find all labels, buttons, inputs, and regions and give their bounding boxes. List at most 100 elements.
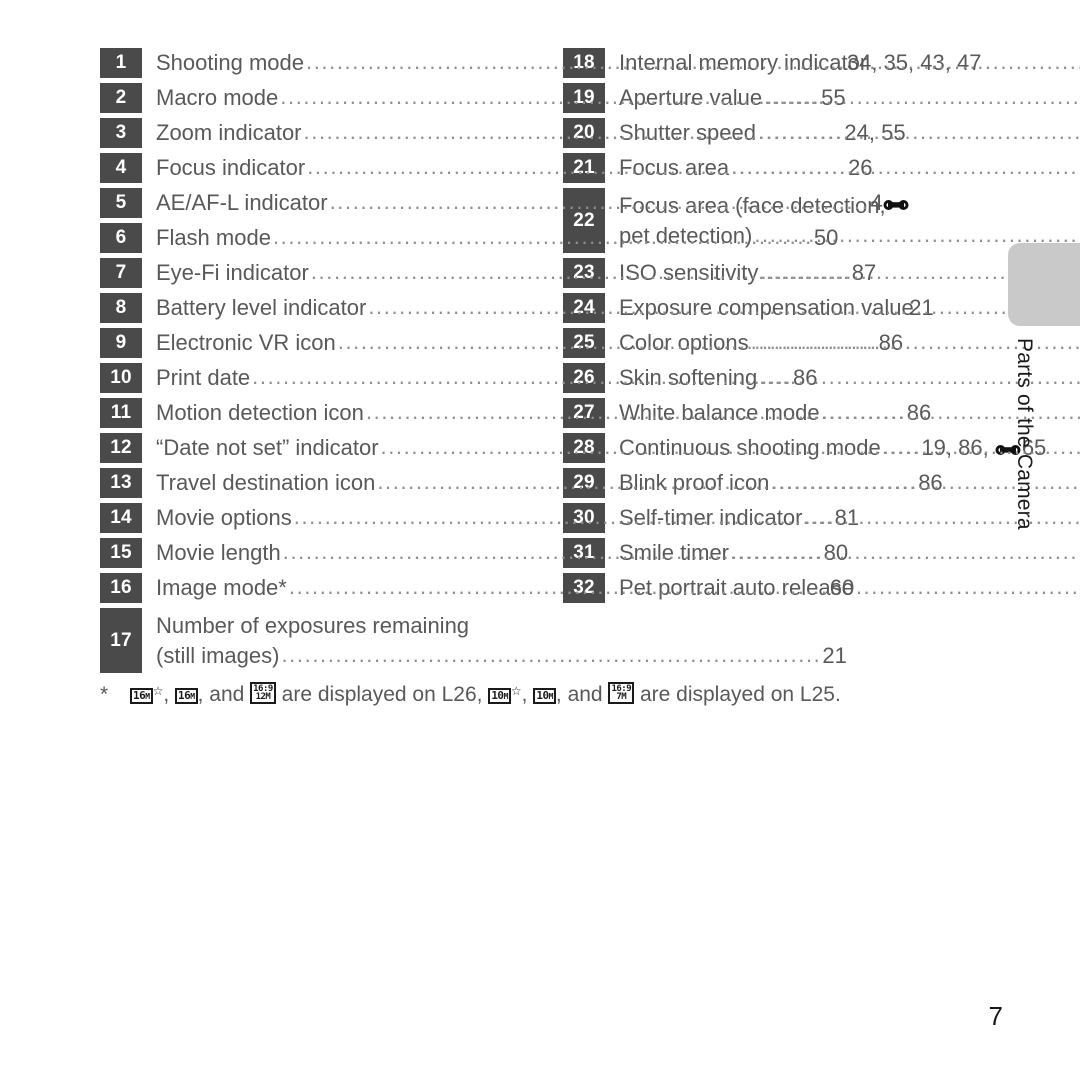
index-number-badge: 16 bbox=[100, 573, 142, 603]
dot-leader: ........................................… bbox=[882, 434, 1080, 459]
index-row: 10 Print date............................… bbox=[100, 363, 818, 393]
footnote-seg3: are displayed on L26, bbox=[275, 683, 489, 706]
index-row: 8 Battery level indicator................… bbox=[100, 293, 934, 323]
index-row: 3 Zoom indicator.........................… bbox=[100, 118, 906, 148]
image-mode-16-9-7m-icon: 16:9 7M bbox=[608, 682, 635, 704]
index-number-badge: 1 bbox=[100, 48, 142, 78]
dot-leader: ........................................… bbox=[757, 119, 1080, 144]
index-number-badge: 2 bbox=[100, 83, 142, 113]
index-entry-label: Movie length bbox=[156, 540, 281, 565]
dot-leader: ........................................… bbox=[869, 49, 1080, 74]
index-entry-label: Number of exposures remaining bbox=[156, 612, 470, 638]
footnote-marker: * bbox=[100, 683, 109, 706]
index-number-badge: 3 bbox=[100, 118, 142, 148]
image-mode-10m-icon: 10M bbox=[533, 688, 556, 704]
index-entry-line: Movie options...........................… bbox=[156, 503, 859, 533]
index-entry-label: Image mode* bbox=[156, 575, 287, 600]
index-row: 5 AE/AF-L indicator......................… bbox=[100, 188, 909, 218]
index-entry-line: Image mode*.............................… bbox=[156, 573, 854, 603]
index-entry-line: Macro mode..............................… bbox=[156, 83, 846, 113]
index-number-badge: 10 bbox=[100, 363, 142, 393]
index-entry-label: Movie options bbox=[156, 505, 292, 530]
side-tab-box bbox=[1008, 243, 1080, 326]
dot-leader: ........................................… bbox=[280, 84, 821, 109]
index-entry: Movie options...........................… bbox=[142, 503, 859, 533]
index-entry: AE/AF-L indicator.......................… bbox=[142, 188, 910, 218]
index-number-badge: 12 bbox=[100, 433, 142, 463]
index-entry-line: Flash mode..............................… bbox=[156, 223, 838, 253]
image-mode-16-9-12m-icon: 16:9 12M bbox=[250, 682, 276, 704]
index-entry-line: Motion detection icon...................… bbox=[156, 398, 931, 428]
index-row: 9 Electronic VR icon.....................… bbox=[100, 328, 903, 358]
index-entry-label: Travel destination icon bbox=[156, 470, 376, 495]
index-entry-label: Zoom indicator bbox=[156, 120, 302, 145]
index-entry-label: “Date not set” indicator bbox=[156, 435, 379, 460]
footnote: * 16M ☆, 16M, and 16:9 12M are displayed on… bbox=[100, 676, 980, 710]
index-entry-label: Macro mode bbox=[156, 85, 279, 110]
dot-leader: ........................................… bbox=[368, 294, 909, 319]
index-entry-label: Electronic VR icon bbox=[156, 330, 336, 355]
footnote-seg2: , and bbox=[197, 683, 251, 706]
index-row: 15 Movie length..........................… bbox=[100, 538, 848, 568]
index-row: 16 Image mode*...........................… bbox=[100, 573, 854, 603]
image-mode-16m-star-icon: 16M bbox=[130, 688, 153, 704]
index-number-badge: 13 bbox=[100, 468, 142, 498]
index-entry-label: Motion detection icon bbox=[156, 400, 364, 425]
index-row: 14 Movie options.........................… bbox=[100, 503, 859, 533]
index-entry-label: AE/AF-L indicator bbox=[156, 190, 328, 215]
footnote-seg6: are displayed on L25. bbox=[634, 683, 841, 706]
index-entry-label: Flash mode bbox=[156, 225, 271, 250]
index-entry-label: Shooting mode bbox=[156, 50, 304, 75]
index-entry-line: Battery level indicator.................… bbox=[156, 293, 934, 323]
index-entry: Macro mode..............................… bbox=[142, 83, 846, 113]
dot-leader: ........................................… bbox=[821, 399, 1080, 424]
index-entry: Battery level indicator.................… bbox=[142, 293, 934, 323]
index-row: 11 Motion detection icon.................… bbox=[100, 398, 931, 428]
index-row: 13 Travel destination icon...............… bbox=[100, 468, 943, 498]
dot-leader: ........................................… bbox=[731, 539, 1080, 564]
dot-leader: ........................................… bbox=[380, 434, 921, 459]
index-number-badge: 5 bbox=[100, 188, 142, 218]
index-number-badge: 6 bbox=[100, 223, 142, 253]
footnote-seg5: , and bbox=[555, 683, 609, 706]
index-entry-line: (still images)..........................… bbox=[156, 641, 847, 671]
footnote-seg1: , bbox=[163, 683, 176, 706]
index-number-badge: 8 bbox=[100, 293, 142, 323]
dot-leader: ........................................… bbox=[306, 49, 846, 74]
dot-leader: ........................................… bbox=[764, 84, 1080, 109]
index-entry-line: AE/AF-L indicator.......................… bbox=[156, 188, 910, 218]
dot-leader: ........................................… bbox=[804, 504, 1080, 529]
index-entry-label: Focus indicator bbox=[156, 155, 306, 180]
index-number-badge: 14 bbox=[100, 503, 142, 533]
image-mode-16m-icon: 16M bbox=[175, 688, 198, 704]
index-entry-label: Print date bbox=[156, 365, 251, 390]
page-number: 7 bbox=[988, 1001, 1003, 1031]
index-entry: Image mode*.............................… bbox=[142, 573, 854, 603]
reference-section-icon bbox=[883, 198, 909, 212]
dot-leader: ........................................… bbox=[731, 154, 1080, 179]
index-row: 17 Number of exposures remaining (still im… bbox=[100, 608, 847, 673]
index-number-badge: 7 bbox=[100, 258, 142, 288]
index-number-badge: 11 bbox=[100, 398, 142, 428]
index-entry-label: Battery level indicator bbox=[156, 295, 367, 320]
index-entry-label: (still images) bbox=[156, 642, 280, 668]
dot-leader: ........................................… bbox=[855, 574, 1080, 599]
index-column-1: 1 Shooting mode..........................… bbox=[100, 48, 1046, 678]
index-number-badge: 17 bbox=[100, 608, 142, 673]
index-entry-label: Eye-Fi indicator bbox=[156, 260, 309, 285]
index-entry: Flash mode..............................… bbox=[142, 223, 838, 253]
side-tab-label: Parts of the Camera bbox=[1013, 338, 1036, 530]
star-superscript-1-icon: ☆ bbox=[152, 684, 164, 698]
dot-leader: ........................................… bbox=[252, 364, 793, 389]
dot-leader: ........................................… bbox=[329, 189, 870, 214]
star-superscript-2-icon: ☆ bbox=[510, 684, 522, 698]
index-columns: 1 Shooting mode..........................… bbox=[100, 48, 1080, 678]
index-entry: Motion detection icon...................… bbox=[142, 398, 931, 428]
index-row: 6 Flash mode.............................… bbox=[100, 223, 838, 253]
dot-leader: ........................................… bbox=[293, 504, 834, 529]
index-row: 2 Macro mode.............................… bbox=[100, 83, 846, 113]
image-mode-10m-star-icon: 10M bbox=[488, 688, 511, 704]
index-row: 1 Shooting mode..........................… bbox=[100, 48, 981, 78]
index-number-badge: 15 bbox=[100, 538, 142, 568]
index-entry: Print date..............................… bbox=[142, 363, 818, 393]
